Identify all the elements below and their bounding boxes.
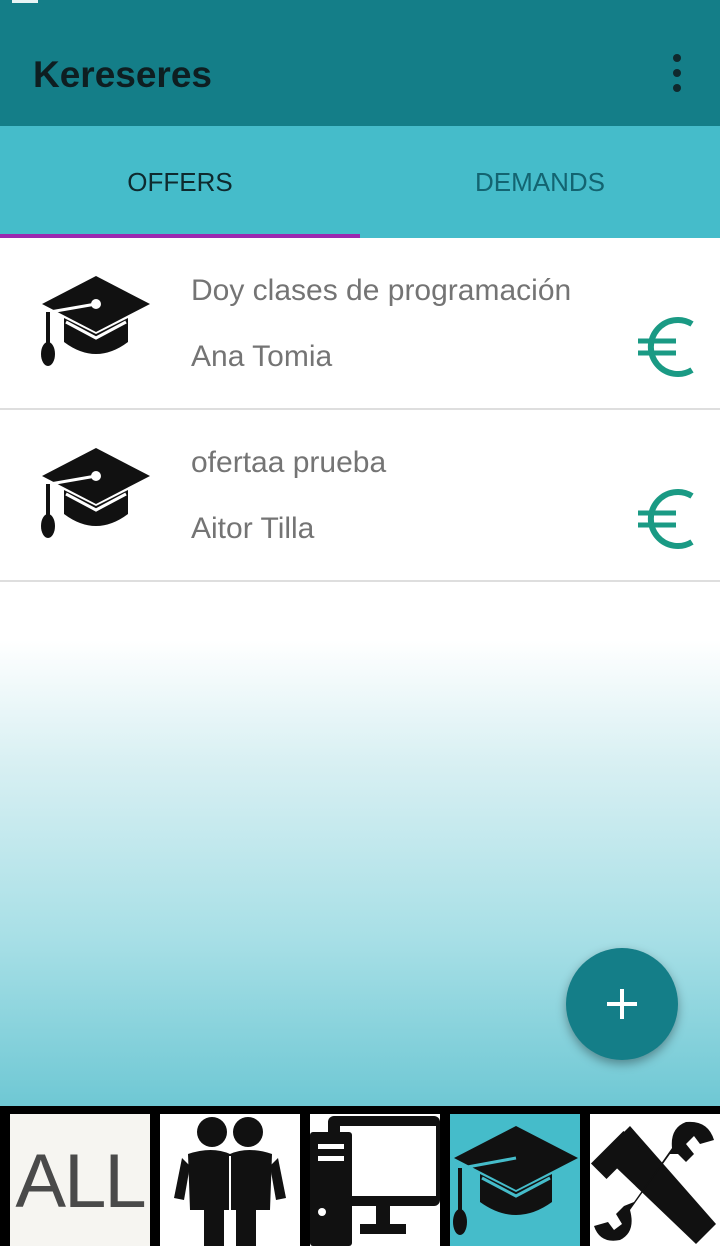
category-all-button[interactable]: ALL: [10, 1114, 150, 1246]
offer-title: ofertaa prueba: [191, 446, 387, 479]
computer-icon: [310, 1116, 440, 1246]
category-people-button[interactable]: [160, 1114, 300, 1246]
graduation-cap-icon: [41, 448, 150, 538]
tab-offers[interactable]: OFFERS: [0, 126, 360, 238]
tab-bar: OFFERS DEMANDS: [0, 126, 720, 238]
euro-icon: [638, 489, 694, 549]
offer-owner: Aitor Tilla: [191, 512, 315, 545]
people-icon: [174, 1117, 286, 1246]
list-item[interactable]: ofertaa prueba Aitor Tilla: [0, 410, 720, 582]
list-item[interactable]: Doy clases de programación Ana Tomia: [0, 238, 720, 410]
app-title: Kereseres: [33, 54, 212, 95]
tab-demands[interactable]: DEMANDS: [360, 126, 720, 238]
offer-owner: Ana Tomia: [191, 340, 333, 373]
category-all-label: ALL: [15, 1139, 146, 1224]
app-bar: Kereseres: [0, 12, 720, 126]
plus-icon: [607, 989, 637, 1019]
overflow-dot-icon: [673, 69, 681, 77]
overflow-menu-button[interactable]: [660, 52, 694, 94]
notification-icon: [12, 0, 38, 3]
offers-list: Doy clases de programación Ana Tomia ofe…: [0, 238, 720, 582]
category-bar: ALL: [0, 1106, 720, 1246]
category-computer-button[interactable]: [310, 1114, 440, 1246]
category-tools-button[interactable]: [590, 1114, 720, 1246]
graduation-cap-icon: [41, 276, 150, 366]
status-bar: [0, 0, 720, 12]
overflow-dot-icon: [673, 54, 681, 62]
tools-icon: [590, 1121, 716, 1244]
graduation-cap-icon: [453, 1126, 578, 1235]
euro-icon: [638, 317, 694, 377]
offer-title: Doy clases de programación: [191, 274, 572, 307]
overflow-dot-icon: [673, 84, 681, 92]
add-offer-button[interactable]: [566, 948, 678, 1060]
category-education-button[interactable]: [450, 1114, 580, 1246]
